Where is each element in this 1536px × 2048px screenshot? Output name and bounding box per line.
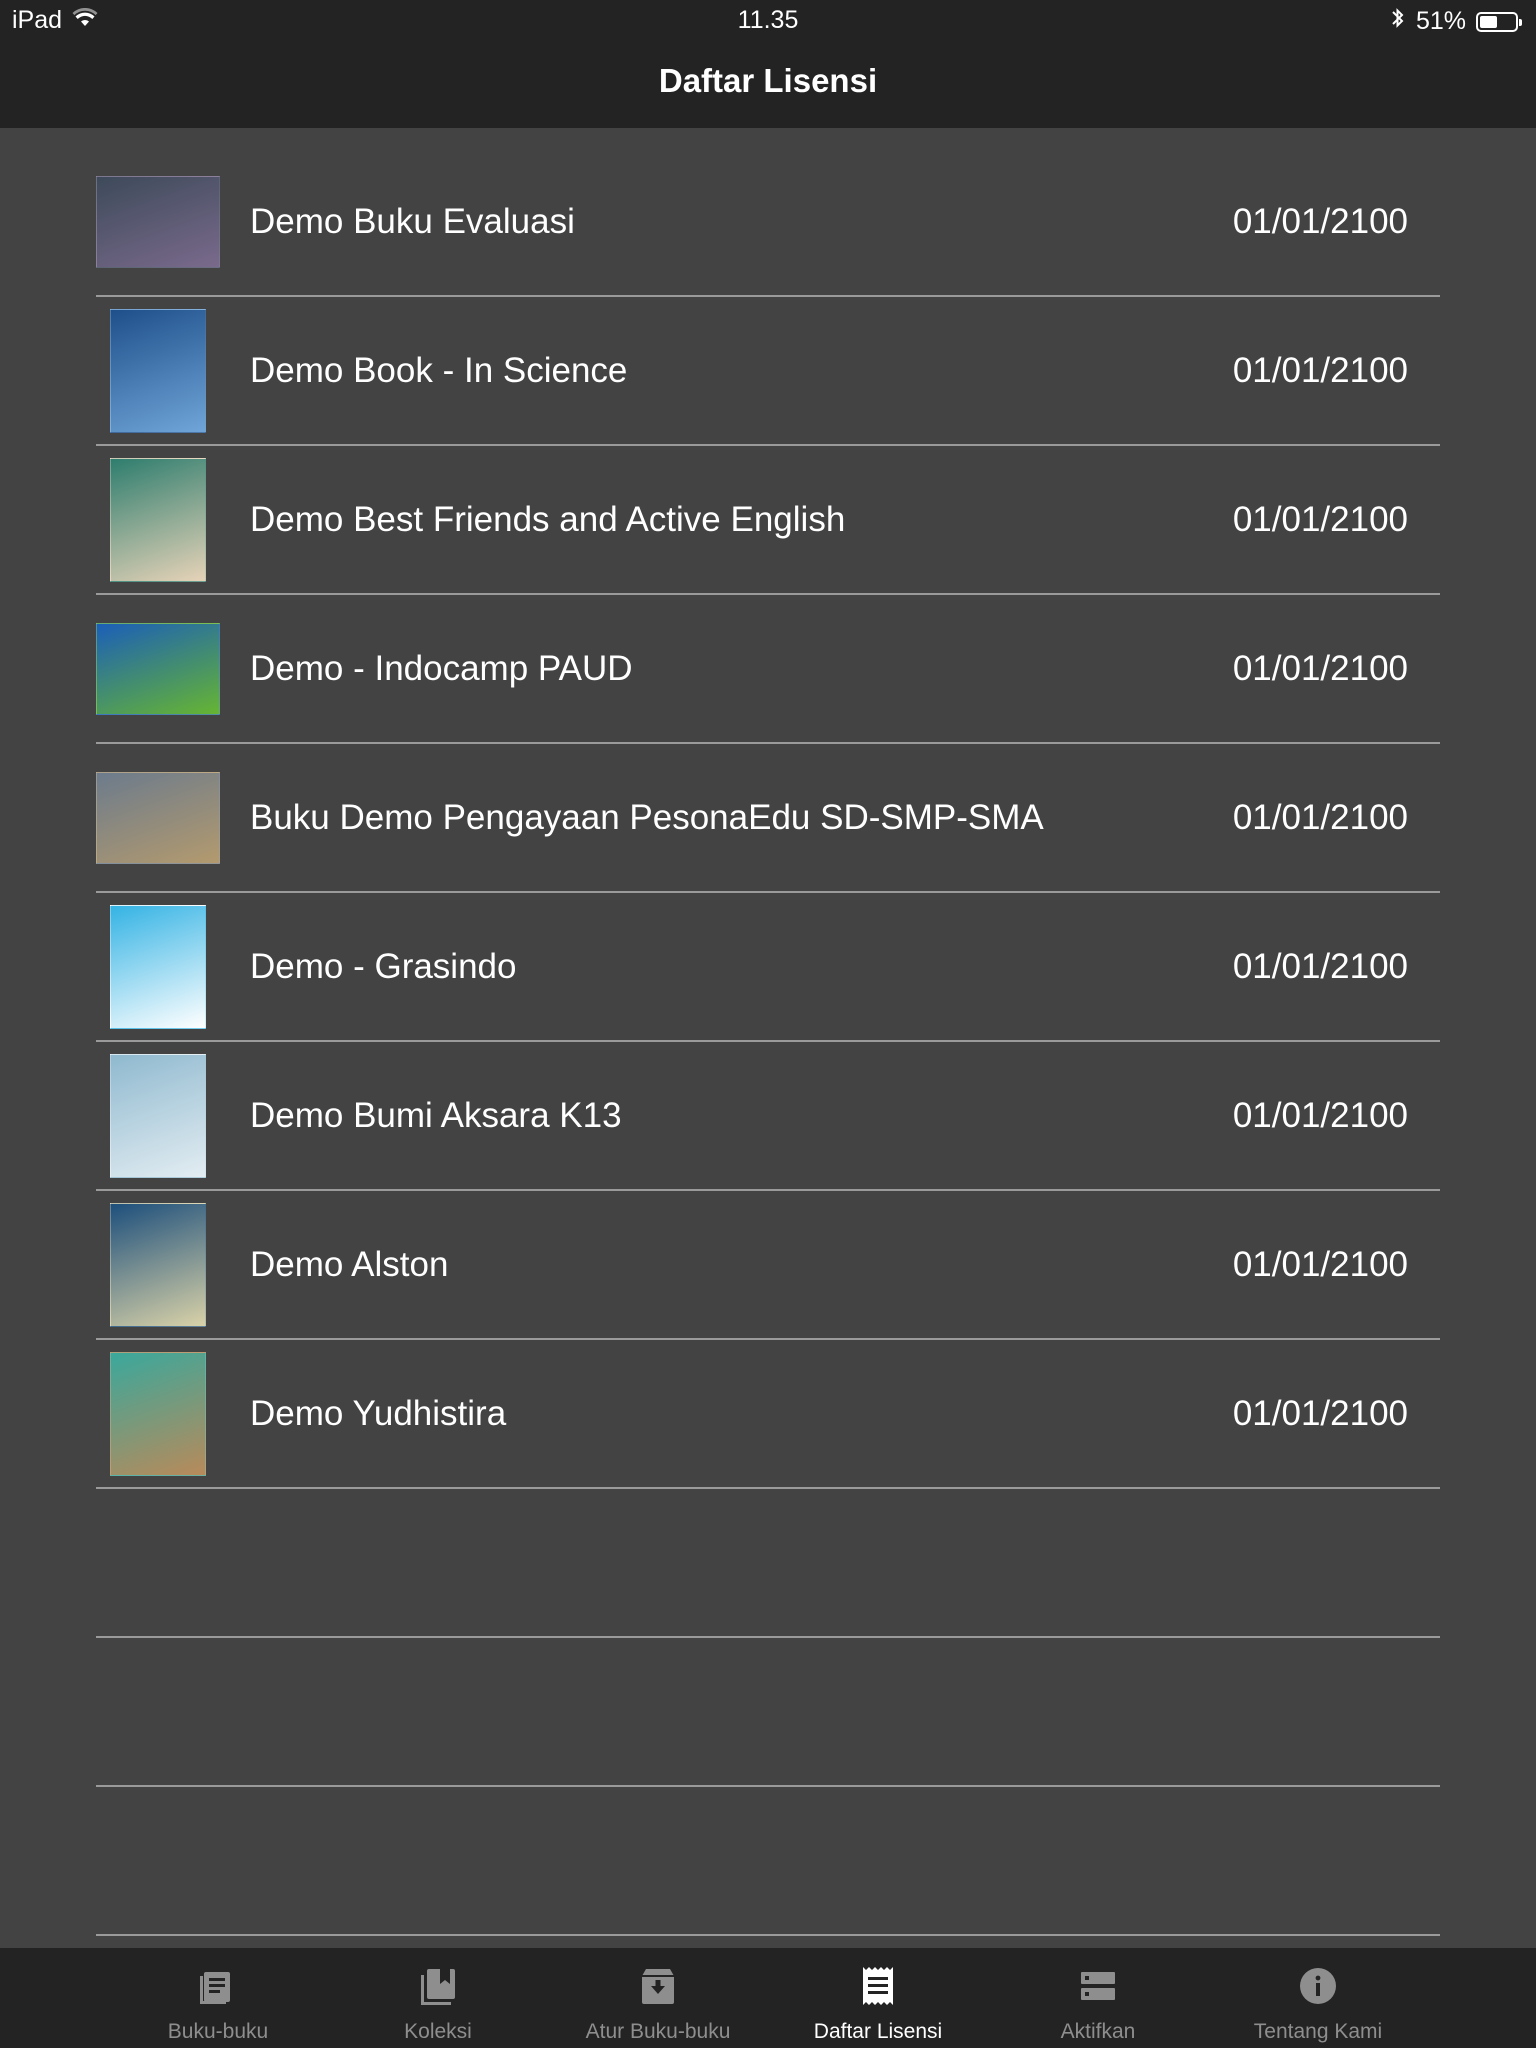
empty-row xyxy=(96,1638,1440,1787)
license-expiry-date: 01/01/2100 xyxy=(1232,1244,1408,1284)
license-expiry-date: 01/01/2100 xyxy=(1232,499,1408,539)
license-title: Demo Buku Evaluasi xyxy=(250,201,575,241)
bluetooth-icon xyxy=(1390,6,1406,37)
license-row[interactable]: Demo Best Friends and Active English 01/0… xyxy=(96,446,1440,595)
tab-atur-buku-buku[interactable]: Atur Buku-buku xyxy=(548,1948,768,2048)
book-cover-image xyxy=(110,308,206,433)
tab-label: Aktifkan xyxy=(1060,2020,1136,2043)
license-expiry-date: 01/01/2100 xyxy=(1232,1095,1408,1135)
book-cover-image xyxy=(96,771,220,864)
tab-label: Tentang Kami xyxy=(1253,2020,1383,2043)
book-cover-image xyxy=(110,1053,206,1178)
book-cover-thumbnail xyxy=(96,1202,220,1327)
book-cover-thumbnail xyxy=(96,308,220,433)
book-cover-image xyxy=(110,457,206,582)
license-row[interactable]: Demo - Indocamp PAUD 01/01/2100 xyxy=(96,595,1440,744)
book-cover-thumbnail xyxy=(96,607,220,731)
license-row[interactable]: Demo Book - In Science 01/01/2100 xyxy=(96,297,1440,446)
license-list: Demo Buku Evaluasi 01/01/2100 Demo Book - … xyxy=(96,148,1440,1936)
tab-koleksi[interactable]: Koleksi xyxy=(328,1948,548,2048)
tab-tentang-kami[interactable]: Tentang Kami xyxy=(1208,1948,1428,2048)
book-cover-thumbnail xyxy=(96,160,220,284)
tab-daftar-lisensi[interactable]: Daftar Lisensi xyxy=(768,1948,988,2048)
license-title: Demo - Indocamp PAUD xyxy=(250,648,633,688)
battery-icon xyxy=(1476,11,1522,32)
license-expiry-date: 01/01/2100 xyxy=(1232,350,1408,390)
license-expiry-date: 01/01/2100 xyxy=(1232,201,1408,241)
book-cover-image xyxy=(110,904,206,1029)
license-title: Buku Demo Pengayaan PesonaEdu SD-SMP-SMA xyxy=(250,797,1044,837)
book-cover-thumbnail xyxy=(96,904,220,1029)
top-bar: iPad 11.35 51% Daftar Lisensi xyxy=(0,0,1536,128)
tab-label: Atur Buku-buku xyxy=(585,2020,731,2043)
license-row[interactable]: Demo Buku Evaluasi 01/01/2100 xyxy=(96,148,1440,297)
book-cover-image xyxy=(110,1202,206,1327)
page-title: Daftar Lisensi xyxy=(658,62,878,99)
license-row[interactable]: Demo - Grasindo 01/01/2100 xyxy=(96,893,1440,1042)
license-title: Demo Yudhistira xyxy=(250,1393,507,1433)
tab-buku-buku[interactable]: Buku-buku xyxy=(108,1948,328,2048)
book-cover-image xyxy=(110,1351,206,1476)
book-cover-thumbnail xyxy=(96,1053,220,1178)
book-cover-thumbnail xyxy=(96,756,220,880)
empty-row xyxy=(96,1787,1440,1936)
book-cover-thumbnail xyxy=(96,457,220,582)
license-title: Demo - Grasindo xyxy=(250,946,517,986)
license-title: Demo Book - In Science xyxy=(250,350,628,390)
license-row[interactable]: Demo Yudhistira 01/01/2100 xyxy=(96,1340,1440,1489)
license-row[interactable]: Demo Bumi Aksara K13 01/01/2100 xyxy=(96,1042,1440,1191)
license-title: Demo Bumi Aksara K13 xyxy=(250,1095,622,1135)
battery-percent: 51% xyxy=(1415,7,1466,35)
license-row[interactable]: Buku Demo Pengayaan PesonaEdu SD-SMP-SMA… xyxy=(96,744,1440,893)
license-expiry-date: 01/01/2100 xyxy=(1232,1393,1408,1433)
empty-row xyxy=(96,1489,1440,1638)
collection-icon xyxy=(416,1964,460,2020)
tab-label: Koleksi xyxy=(404,2020,472,2043)
license-title: Demo Best Friends and Active English xyxy=(250,499,846,539)
tab-bar: Buku-buku Koleksi Atur Buku-buku Daftar Lis… xyxy=(0,1948,1536,2048)
license-expiry-date: 01/01/2100 xyxy=(1232,648,1408,688)
tab-label: Daftar Lisensi xyxy=(813,2020,943,2043)
receipt-icon xyxy=(856,1964,900,2020)
storage-icon xyxy=(1076,1964,1120,2020)
status-time: 11.35 xyxy=(737,6,799,34)
book-cover-thumbnail xyxy=(96,1351,220,1476)
license-row[interactable]: Demo Alston 01/01/2100 xyxy=(96,1191,1440,1340)
license-expiry-date: 01/01/2100 xyxy=(1232,797,1408,837)
tab-aktifkan[interactable]: Aktifkan xyxy=(988,1948,1208,2048)
book-list-icon xyxy=(196,1964,240,2020)
tab-label: Buku-buku xyxy=(167,2020,269,2043)
status-bar: iPad 11.35 51% xyxy=(0,0,1536,42)
info-icon xyxy=(1296,1964,1340,2020)
archive-icon xyxy=(636,1964,680,2020)
license-title: Demo Alston xyxy=(250,1244,449,1284)
license-expiry-date: 01/01/2100 xyxy=(1232,946,1408,986)
book-cover-image xyxy=(96,622,220,715)
book-cover-image xyxy=(96,175,220,268)
